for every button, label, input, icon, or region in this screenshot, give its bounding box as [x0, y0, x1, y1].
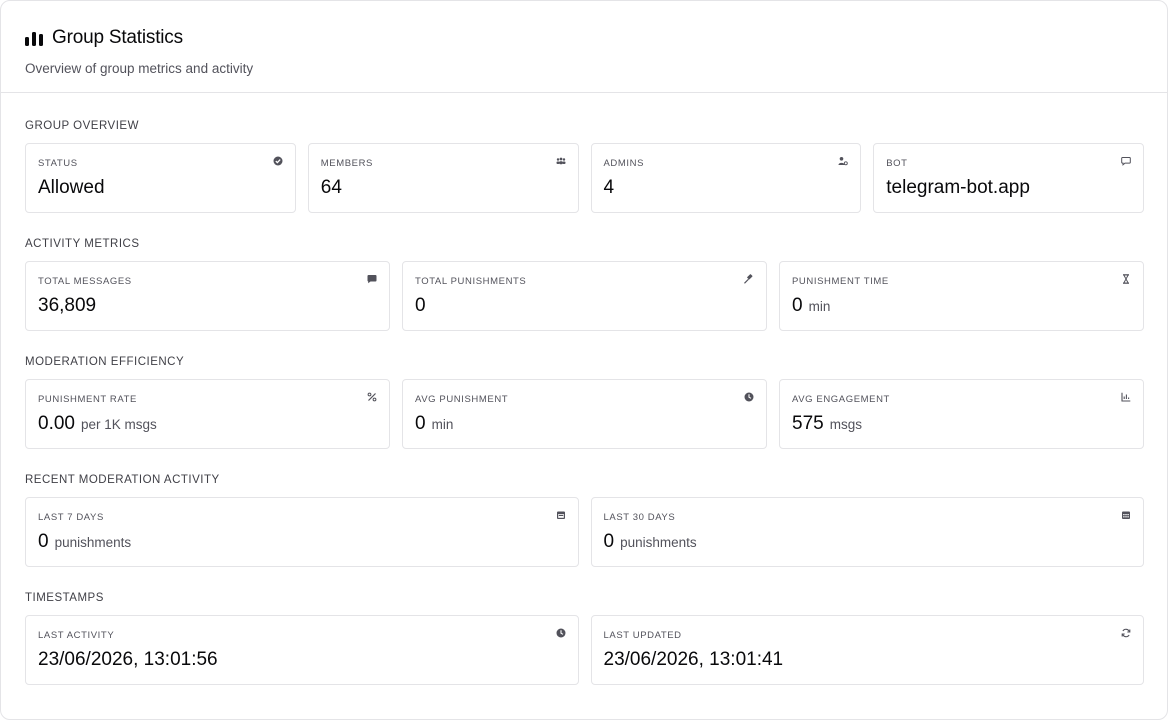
card-value: 23/06/2026, 13:01:41 [604, 649, 1132, 671]
card-value: 64 [321, 177, 566, 199]
card-label: PUNISHMENT TIME [792, 276, 889, 287]
card-value: 0 punishments [38, 531, 566, 553]
user-cog-icon [838, 156, 849, 166]
bot-card: BOT telegram-bot.app [873, 143, 1144, 213]
avg-engagement-unit: msgs [829, 417, 862, 432]
group-statistics-panel: Group Statistics Overview of group metri… [0, 0, 1168, 720]
chart-icon [1121, 392, 1131, 402]
total-messages-value: 36,809 [38, 295, 97, 316]
section-title-moderation-efficiency: MODERATION EFFICIENCY [25, 356, 185, 368]
page-subtitle: Overview of group metrics and activity [25, 61, 254, 76]
members-card: MEMBERS 64 [307, 143, 579, 213]
bot-value: telegram-bot.app [886, 177, 1030, 198]
section-title-timestamps: TIMESTAMPS [25, 592, 104, 604]
card-label: BOT [886, 158, 908, 169]
card-value: 0 punishments [604, 531, 1132, 553]
avg-engagement-value: 575 [792, 413, 824, 434]
percent-icon [367, 392, 377, 402]
status-card: STATUS Allowed [25, 143, 296, 213]
page-title: Group Statistics [52, 27, 183, 48]
punishment-time-card: PUNISHMENT TIME 0 min [779, 261, 1144, 331]
card-value: 0 min [415, 413, 754, 435]
last-activity-card: LAST ACTIVITY 23/06/2026, 13:01:56 [25, 615, 579, 685]
punishment-rate-value: 0.00 [38, 413, 75, 434]
message-icon [367, 274, 377, 284]
clock-icon [744, 392, 754, 402]
refresh-icon [1121, 628, 1131, 638]
card-label: TOTAL PUNISHMENTS [415, 276, 527, 287]
punishment-time-unit: min [808, 299, 831, 314]
check-circle-icon [273, 156, 283, 166]
card-label: PUNISHMENT RATE [38, 394, 137, 405]
bar-chart-icon [25, 30, 44, 46]
punishment-rate-card: PUNISHMENT RATE 0.00 per 1K msgs [25, 379, 390, 449]
card-label: AVG PUNISHMENT [415, 394, 509, 405]
admins-value: 4 [603, 177, 615, 198]
card-value: 0 min [792, 295, 1131, 317]
section-title-activity-metrics: ACTIVITY METRICS [25, 238, 140, 250]
last-7-days-card: LAST 7 DAYS 0 punishments [25, 497, 579, 567]
clock-icon [556, 628, 566, 638]
avg-engagement-card: AVG ENGAGEMENT 575 msgs [779, 379, 1144, 449]
card-label: LAST UPDATED [603, 630, 682, 641]
group-overview-grid: STATUS Allowed MEMBERS 64 ADMINS 4 BOT t… [25, 143, 1144, 213]
status-value: Allowed [38, 177, 105, 198]
bot-icon [1121, 156, 1131, 166]
recent-moderation-grid: LAST 7 DAYS 0 punishments LAST 30 DAYS 0p… [25, 497, 1144, 567]
section-title-group-overview: GROUP OVERVIEW [25, 120, 139, 132]
card-value: 0.00 per 1K msgs [38, 413, 377, 435]
card-value: Allowed [38, 177, 283, 199]
card-value: 4 [604, 177, 849, 199]
calendar-month-icon [1121, 510, 1131, 520]
calendar-week-icon [556, 510, 566, 520]
last-7-days-unit: punishments [54, 535, 132, 550]
section-title-recent-moderation-activity: RECENT MODERATION ACTIVITY [25, 474, 220, 486]
card-label: AVG ENGAGEMENT [792, 394, 890, 405]
activity-metrics-grid: TOTAL MESSAGES 36,809 TOTAL PUNISHMENTS … [25, 261, 1144, 331]
card-label: TOTAL MESSAGES [38, 276, 132, 287]
timestamps-grid: LAST ACTIVITY 23/06/2026, 13:01:56 LAST … [25, 615, 1144, 685]
last-updated-value: 23/06/2026, 13:01:41 [603, 649, 784, 670]
panel-header: Group Statistics Overview of group metri… [1, 1, 1167, 93]
last-activity-value: 23/06/2026, 13:01:56 [38, 649, 218, 670]
users-icon [556, 156, 566, 166]
total-punishments-value: 0 [415, 295, 426, 316]
total-punishments-card: TOTAL PUNISHMENTS 0 [402, 261, 767, 331]
avg-punishment-unit: min [431, 417, 454, 432]
avg-punishment-value: 0 [415, 413, 426, 434]
card-value: 36,809 [38, 295, 377, 317]
title-row: Group Statistics [25, 27, 1143, 49]
card-label: ADMINS [603, 158, 645, 169]
last-30-days-card: LAST 30 DAYS 0 punishments [590, 497, 1144, 567]
moderation-efficiency-grid: PUNISHMENT RATE 0.00 per 1K msgs AVG PUNI… [25, 379, 1144, 449]
card-label: MEMBERS [320, 158, 373, 169]
hourglass-icon [1121, 274, 1131, 284]
total-messages-card: TOTAL MESSAGES 36,809 [25, 261, 390, 331]
card-label: STATUS [38, 158, 78, 169]
punishment-time-value: 0 [792, 295, 803, 316]
avg-punishment-card: AVG PUNISHMENT 0 min [402, 379, 767, 449]
last-7-days-value: 0 [38, 531, 49, 552]
card-value: 23/06/2026, 13:01:56 [38, 649, 566, 671]
card-label: LAST 30 DAYS [603, 512, 676, 523]
members-value: 64 [320, 177, 342, 198]
card-label: LAST ACTIVITY [38, 630, 115, 641]
gavel-icon [744, 274, 754, 284]
last-updated-card: LAST UPDATED 23/06/2026, 13:01:41 [590, 615, 1144, 685]
card-value: telegram-bot.app [886, 177, 1131, 199]
panel-content: GROUP OVERVIEW STATUS Allowed MEMBERS 64… [1, 117, 1167, 685]
admins-card: ADMINS 4 [590, 143, 862, 213]
card-value: 575 msgs [792, 413, 1131, 435]
card-value: 0 [415, 295, 754, 317]
card-label: LAST 7 DAYS [38, 512, 104, 523]
last-30-days-unit: punishments [620, 535, 697, 550]
last-30-days-value: 0 [603, 531, 615, 552]
punishment-rate-unit: per 1K msgs [80, 417, 157, 432]
